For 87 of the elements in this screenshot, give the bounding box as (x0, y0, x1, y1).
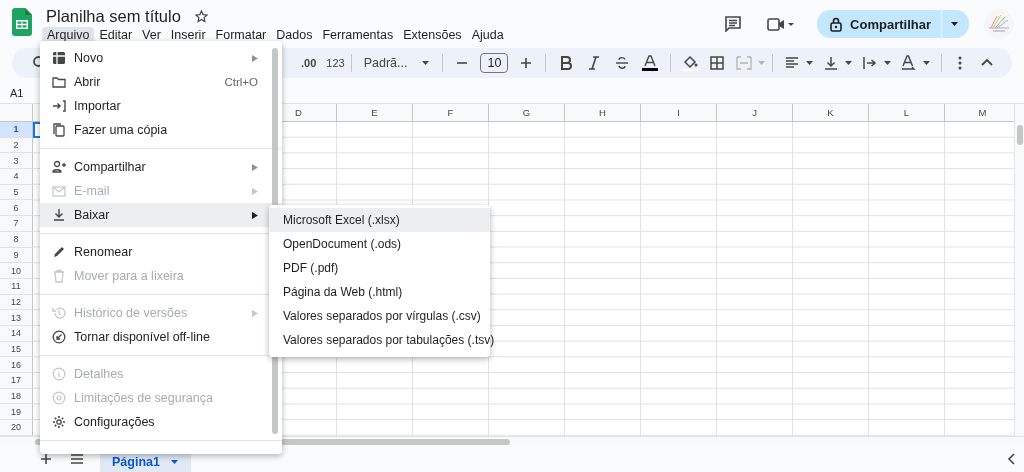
lock-icon (830, 16, 843, 32)
row-number[interactable]: 19 (0, 404, 33, 421)
menu-item[interactable]: Novo (40, 46, 282, 70)
menu-item[interactable]: Editar (94, 26, 138, 44)
column-header[interactable]: L (869, 104, 944, 121)
star-icon[interactable] (194, 9, 208, 23)
download-icon (52, 208, 66, 222)
caret-icon[interactable] (169, 459, 179, 465)
bold-icon[interactable] (558, 55, 575, 71)
menu-item[interactable]: Baixar (40, 203, 282, 227)
column-header[interactable]: F (413, 104, 488, 121)
strikethrough-icon[interactable] (614, 55, 631, 71)
column-header[interactable]: K (793, 104, 868, 121)
import-icon (52, 99, 66, 113)
caret-icon[interactable] (844, 60, 854, 66)
menu-item[interactable]: Ver (137, 26, 166, 44)
row-number[interactable]: 16 (0, 357, 33, 373)
sheets-logo-icon[interactable] (12, 8, 32, 36)
row-number[interactable]: 7 (0, 216, 33, 232)
menu-item[interactable]: Fazer uma cópia (40, 118, 282, 142)
vertical-align-icon[interactable] (823, 55, 840, 71)
caret-icon[interactable] (805, 60, 815, 66)
share-button[interactable]: Compartilhar (817, 10, 942, 38)
video-call-icon[interactable] (767, 15, 796, 33)
row-number[interactable]: 13 (0, 310, 33, 326)
row-number[interactable]: 20 (0, 420, 33, 436)
menu-item[interactable]: Inserir (165, 26, 211, 44)
row-number[interactable]: 10 (0, 263, 33, 279)
menu-item[interactable]: Abrir Ctrl+O (40, 70, 282, 94)
more-options-icon[interactable] (958, 55, 963, 71)
menu-item[interactable]: Ajuda (466, 26, 509, 44)
pencil-icon (52, 245, 66, 259)
menu-item[interactable]: OpenDocument (.ods) (269, 232, 490, 256)
column-header[interactable]: G (489, 104, 564, 121)
merge-cells-icon[interactable] (736, 55, 753, 71)
fill-color-icon[interactable] (682, 55, 699, 71)
caret-icon[interactable] (950, 21, 959, 27)
borders-icon[interactable] (709, 55, 726, 71)
font-size-field[interactable]: 10 (480, 53, 509, 73)
row-number[interactable]: 1 (0, 122, 33, 138)
caret-icon[interactable] (922, 60, 932, 66)
menu-item[interactable]: Extensões (398, 26, 467, 44)
column-header[interactable]: M (945, 104, 1014, 121)
row-number[interactable]: 4 (0, 169, 33, 185)
menu-item[interactable]: PDF (.pdf) (269, 256, 490, 280)
document-title[interactable]: Planilha sem título (46, 6, 181, 26)
increase-decimal-button[interactable]: .00 (301, 57, 317, 69)
add-sheet-icon[interactable] (40, 453, 52, 465)
name-box[interactable]: A1 (10, 86, 24, 99)
offline-icon (52, 330, 66, 344)
comment-icon[interactable] (725, 16, 742, 32)
info-icon (52, 367, 66, 381)
menu-item[interactable]: Ferramentas (317, 26, 399, 44)
caret-icon[interactable] (421, 60, 431, 66)
text-color-icon[interactable] (642, 55, 659, 71)
menu-item[interactable]: Microsoft Excel (.xlsx) (269, 208, 490, 232)
menu-item[interactable]: Formatar (210, 26, 272, 44)
folder-icon (52, 75, 66, 89)
font-dropdown[interactable]: Padrã... (357, 56, 437, 70)
settings-icon (52, 415, 66, 429)
text-wrap-icon[interactable] (862, 55, 879, 71)
number-format-button[interactable]: 123 (326, 57, 345, 69)
column-header[interactable]: E (337, 104, 412, 121)
copy-icon (52, 123, 66, 137)
add-person-icon (52, 160, 66, 174)
history-icon (52, 306, 66, 320)
menu-item[interactable]: Valores separados por vírgulas (.csv) (269, 304, 490, 328)
all-sheets-icon[interactable] (70, 453, 84, 465)
row-number[interactable]: 17 (0, 373, 33, 389)
align-left-icon[interactable] (784, 55, 801, 71)
new-sheet-icon (52, 51, 66, 65)
menu-item[interactable]: Dados (271, 26, 318, 44)
trash-icon (52, 269, 66, 283)
caret-icon[interactable] (883, 60, 893, 66)
row-number[interactable]: 6 (0, 200, 33, 217)
mail-icon (52, 184, 66, 198)
column-header[interactable]: H (565, 104, 640, 121)
row-number[interactable]: 3 (0, 153, 33, 170)
column-header[interactable]: J (717, 104, 792, 121)
menu-item[interactable]: Página da Web (.html) (269, 280, 490, 304)
menu-item[interactable]: Compartilhar (40, 155, 282, 179)
menu-item[interactable]: Importar (40, 94, 282, 118)
vertical-scrollbar[interactable] (1014, 104, 1024, 436)
menu-item[interactable]: Configurações (40, 410, 282, 434)
collapse-side-panel-icon[interactable] (1007, 453, 1016, 465)
text-rotation-icon[interactable] (901, 55, 918, 71)
column-header[interactable]: I (641, 104, 716, 121)
